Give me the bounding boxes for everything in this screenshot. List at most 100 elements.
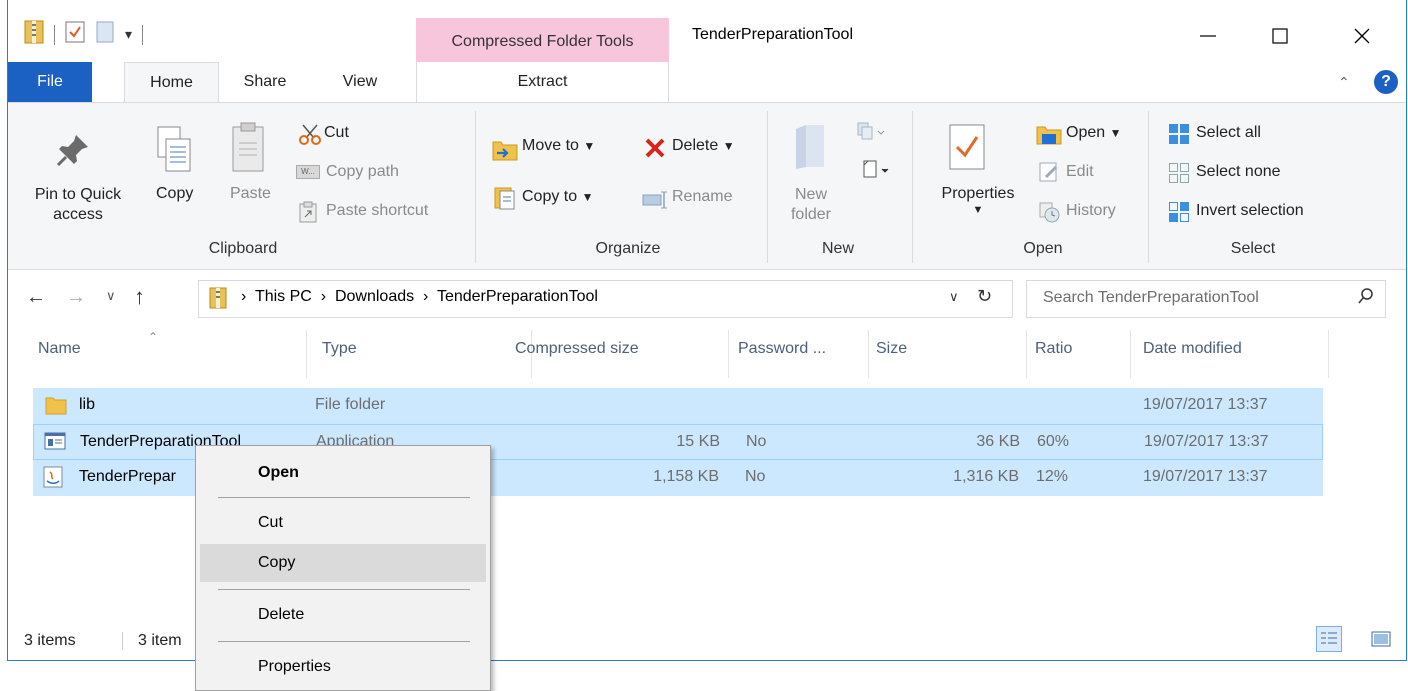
search-box[interactable]: Search TenderPreparationTool [1026, 280, 1386, 318]
sort-ascending-icon: ⌃ [148, 330, 159, 344]
address-history-icon[interactable]: ∨ [949, 289, 959, 305]
copy-to-icon [494, 187, 518, 216]
column-header-type[interactable]: Type [322, 340, 357, 358]
ribbon-home: Pin to Quick access Copy Paste Cut W... … [8, 102, 1406, 270]
large-icons-view-icon[interactable] [1370, 628, 1392, 655]
rename-icon [642, 191, 670, 214]
properties-dropdown-icon: ▼ [972, 204, 984, 216]
file-name: lib [79, 396, 96, 413]
minimize-button[interactable] [1184, 18, 1232, 54]
close-button[interactable] [1338, 18, 1386, 54]
column-header-size[interactable]: Size [876, 340, 907, 358]
breadcrumb-downloads[interactable]: Downloads [335, 288, 414, 305]
file-date: 19/07/2017 13:37 [1144, 433, 1269, 450]
file-ratio: 60% [1037, 433, 1070, 450]
column-header-compressed-size[interactable]: Compressed size [515, 340, 639, 358]
rename-button[interactable]: Rename [672, 188, 732, 206]
column-header-ratio[interactable]: Ratio [1035, 340, 1072, 358]
navigation-bar: ← → ∨ ↑ › This PC › Downloads › TenderPr… [8, 270, 1406, 328]
tab-share[interactable]: Share [230, 62, 300, 102]
maximize-icon [1272, 28, 1288, 44]
quick-access-toolbar: ▾ [24, 20, 144, 49]
search-icon[interactable] [1357, 287, 1375, 312]
forward-arrow-icon[interactable]: → [66, 286, 86, 309]
pin-icon [56, 133, 90, 172]
breadcrumb-current-folder[interactable]: TenderPreparationTool [437, 288, 598, 305]
maximize-button[interactable] [1256, 18, 1304, 54]
invert-selection-button[interactable]: Invert selection [1196, 202, 1304, 220]
context-menu-delete[interactable]: Delete [200, 596, 486, 634]
pin-to-quick-access-button[interactable]: Pin to Quick access [22, 185, 134, 225]
pin-label-line2: access [53, 206, 103, 223]
delete-label: Delete [672, 137, 719, 154]
context-menu-cut[interactable]: Cut [200, 504, 486, 542]
file-type: File folder [315, 396, 386, 413]
open-button[interactable]: Open ▼ [1066, 124, 1121, 142]
address-bar[interactable]: › This PC › Downloads › TenderPreparatio… [198, 280, 1013, 318]
column-divider[interactable] [1130, 330, 1131, 378]
history-button[interactable]: History [1066, 202, 1116, 220]
new-folder-icon [794, 123, 828, 176]
recent-locations-icon[interactable]: ∨ [106, 288, 116, 304]
select-none-button[interactable]: Select none [1196, 163, 1281, 181]
file-ratio: 12% [1036, 468, 1069, 485]
status-selected-count: 3 item [138, 632, 182, 649]
context-menu-separator [218, 589, 470, 590]
copy-button[interactable]: Copy [156, 185, 193, 203]
select-all-button[interactable]: Select all [1196, 124, 1261, 142]
move-to-button[interactable]: Move to ▼ [522, 137, 595, 155]
move-to-dropdown-icon: ▼ [583, 139, 596, 153]
breadcrumb-chevron-icon: › [423, 288, 429, 305]
cut-button[interactable]: Cut [324, 124, 349, 142]
column-divider[interactable] [868, 330, 869, 378]
copy-to-label: Copy to [522, 188, 578, 205]
paste-button[interactable]: Paste [230, 185, 271, 203]
properties-button[interactable]: Properties ▼ [928, 185, 1028, 217]
copy-to-button[interactable]: Copy to ▼ [522, 188, 593, 206]
context-menu-open[interactable]: Open [200, 454, 486, 492]
customize-qat-icon[interactable]: ▾ [125, 26, 132, 43]
column-divider[interactable] [728, 330, 729, 378]
properties-qat-icon[interactable] [65, 21, 85, 48]
column-header-password[interactable]: Password ... [738, 340, 826, 358]
new-item-icon[interactable] [856, 121, 886, 148]
details-view-icon[interactable] [1316, 626, 1342, 652]
up-arrow-icon[interactable]: ↑ [134, 284, 145, 310]
breadcrumb-chevron-icon: › [241, 288, 247, 305]
back-arrow-icon[interactable]: ← [26, 286, 46, 309]
column-divider[interactable] [1328, 330, 1329, 378]
tab-home[interactable]: Home [124, 62, 219, 103]
file-size: 36 KB [976, 433, 1020, 450]
file-size: 1,316 KB [953, 468, 1019, 485]
new-folder-button[interactable]: New folder [784, 185, 838, 225]
easy-access-icon[interactable] [860, 159, 890, 186]
open-label: Open [1066, 124, 1106, 141]
paste-shortcut-button[interactable]: Paste shortcut [326, 202, 428, 220]
context-menu-properties[interactable]: Properties [200, 648, 486, 686]
new-folder-qat-icon[interactable] [95, 21, 115, 48]
refresh-icon[interactable]: ↻ [977, 286, 992, 307]
breadcrumb-this-pc[interactable]: This PC [255, 288, 312, 305]
column-header-date-modified[interactable]: Date modified [1143, 340, 1242, 358]
select-all-icon [1168, 123, 1190, 150]
edit-button[interactable]: Edit [1066, 163, 1094, 181]
file-name: TenderPrepar [79, 468, 176, 485]
properties-icon [948, 123, 986, 176]
column-header-name[interactable]: Name [38, 340, 81, 358]
column-divider[interactable] [1026, 330, 1027, 378]
zip-folder-icon[interactable] [24, 20, 44, 49]
column-divider[interactable] [306, 330, 307, 378]
tab-view[interactable]: View [330, 62, 390, 102]
table-row[interactable]: lib File folder 19/07/2017 13:37 [33, 388, 1323, 424]
ribbon-separator-3 [912, 111, 913, 263]
search-input[interactable]: Search TenderPreparationTool [1043, 289, 1259, 307]
tab-file[interactable]: File [8, 62, 92, 102]
help-icon[interactable]: ? [1374, 70, 1398, 94]
delete-button[interactable]: Delete ▼ [672, 137, 735, 155]
context-menu-copy[interactable]: Copy [200, 544, 486, 582]
breadcrumb: › This PC › Downloads › TenderPreparatio… [241, 288, 598, 306]
collapse-ribbon-icon[interactable]: ⌃ [1338, 74, 1350, 91]
tab-extract[interactable]: Extract [416, 62, 669, 102]
copy-path-button[interactable]: Copy path [326, 163, 399, 181]
delete-icon [644, 137, 666, 164]
